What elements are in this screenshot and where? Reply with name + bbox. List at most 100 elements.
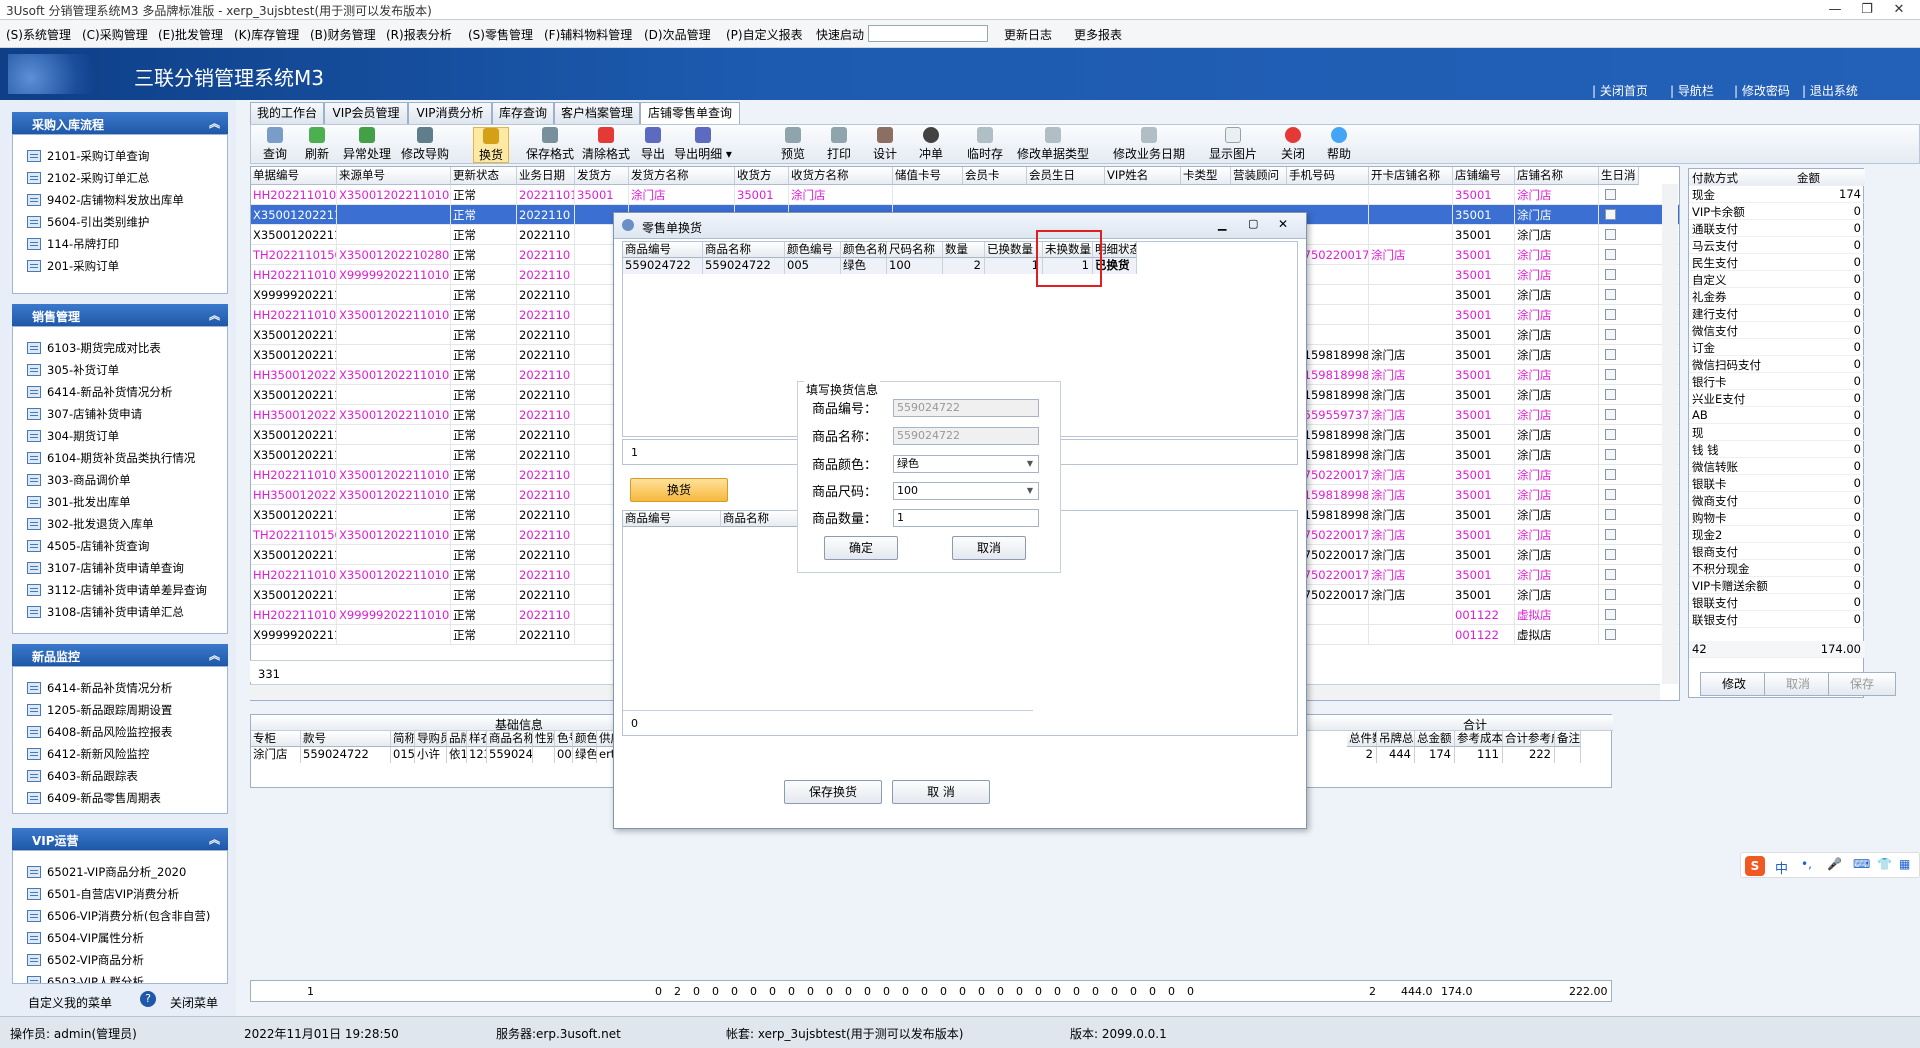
col-header[interactable]: 数量 [943, 242, 985, 258]
col-header[interactable]: 开卡店铺名称 [1369, 167, 1453, 185]
help-button[interactable]: 帮助 [1323, 127, 1355, 163]
col-header[interactable]: 参考成本 [1455, 731, 1503, 747]
col-header[interactable]: 尺码名称 [887, 242, 943, 258]
sidebar-item[interactable]: 307-店铺补货申请 [13, 403, 227, 425]
menu-item-system[interactable]: (S)系统管理 [6, 26, 71, 43]
exchange-button[interactable]: 换货 [473, 127, 509, 163]
table-row[interactable]: HH202211010129X35001202211010047正常202211… [251, 185, 1679, 205]
payment-row[interactable]: 银行卡 0 [1689, 373, 1865, 390]
payment-row[interactable]: 微商支付 0 [1689, 492, 1865, 509]
col-header[interactable]: 收货方 [735, 167, 789, 185]
col-header[interactable]: 款号 [301, 731, 391, 747]
print-button[interactable]: 打印 [823, 127, 855, 163]
birthday-checkbox[interactable] [1605, 489, 1616, 500]
sogou-icon[interactable]: S [1745, 856, 1765, 876]
sidebar-item[interactable]: 6414-新品补货情况分析 [13, 381, 227, 403]
dialog-close-icon[interactable]: ✕ [1278, 217, 1288, 231]
sidebar-item[interactable]: 4505-店铺补货查询 [13, 535, 227, 557]
col-header[interactable]: 会员生日 [1027, 167, 1105, 185]
collapse-icon[interactable]: ︽ [209, 647, 220, 663]
chevron-down-icon[interactable]: ▼ [1024, 485, 1036, 497]
sidebar-item[interactable]: 6503-VIP人群分析 [13, 971, 227, 983]
payment-row[interactable]: 兴业E支付 0 [1689, 390, 1865, 407]
birthday-checkbox[interactable] [1605, 269, 1616, 280]
export-button[interactable]: 导出 [637, 127, 669, 163]
dialog-maximize-icon[interactable]: ▢ [1248, 217, 1258, 230]
sidebar-item[interactable]: 2102-采购订单汇总 [13, 167, 227, 189]
payment-row[interactable]: VIP卡余额 0 [1689, 203, 1865, 220]
payment-row[interactable]: 马云支付 0 [1689, 237, 1865, 254]
birthday-checkbox[interactable] [1605, 349, 1616, 360]
col-header[interactable]: 合计参考成本 [1503, 731, 1555, 747]
birthday-checkbox[interactable] [1605, 629, 1616, 640]
sidebar-item[interactable]: 6414-新品补货情况分析 [13, 677, 227, 699]
col-header[interactable]: 导购员 [415, 731, 447, 747]
birthday-checkbox[interactable] [1605, 249, 1616, 260]
menu-item-reports[interactable]: (R)报表分析 [386, 26, 452, 43]
collapse-icon[interactable]: ︽ [209, 831, 220, 847]
change-password-link[interactable]: | 修改密码 [1734, 82, 1790, 99]
tab-store-retail-query[interactable]: 店铺零售单查询 [640, 102, 740, 125]
help-icon[interactable]: ? [140, 991, 156, 1007]
payment-row[interactable]: 不积分现金 0 [1689, 560, 1865, 577]
sidebar-item[interactable]: 305-补货订单 [13, 359, 227, 381]
payment-row[interactable]: 微信扫码支付 0 [1689, 356, 1865, 373]
vertical-scrollbar[interactable] [1662, 184, 1678, 684]
ime-mode[interactable]: 中 [1775, 858, 1788, 877]
payment-row[interactable]: 现金 174 [1689, 186, 1865, 203]
birthday-checkbox[interactable] [1605, 529, 1616, 540]
payment-row[interactable]: 联银支付 0 [1689, 611, 1865, 628]
tab-workbench[interactable]: 我的工作台 [250, 102, 324, 124]
birthday-checkbox[interactable] [1605, 229, 1616, 240]
tab-vip-consumption[interactable]: VIP消费分析 [408, 102, 492, 124]
sidebar-item[interactable]: 6409-新品零售周期表 [13, 787, 227, 809]
dialog-exchange-button[interactable]: 换货 [630, 478, 728, 502]
col-header[interactable]: 总金额 [1415, 731, 1455, 747]
col-header[interactable]: 性别 [533, 731, 555, 747]
tab-inventory[interactable]: 库存查询 [492, 102, 554, 124]
birthday-checkbox[interactable] [1605, 549, 1616, 560]
birthday-checkbox[interactable] [1605, 569, 1616, 580]
sidebar-item[interactable]: 6104-期货补货品类执行情况 [13, 447, 227, 469]
minimize-icon[interactable]: — [1820, 1, 1850, 19]
sidebar-section-purchase[interactable]: 采购入库流程 ︽ [12, 112, 228, 134]
sidebar-item[interactable]: 6502-VIP商品分析 [13, 949, 227, 971]
keyboard-icon[interactable]: ⌨ [1853, 857, 1870, 871]
payment-row[interactable]: 微信支付 0 [1689, 322, 1865, 339]
edit-doc-type-button[interactable]: 修改单据类型 [1015, 127, 1091, 163]
col-header[interactable]: 商品编号 [623, 242, 703, 258]
sidebar-section-vip[interactable]: VIP运营 ︽ [12, 828, 228, 850]
birthday-checkbox[interactable] [1605, 189, 1616, 200]
payment-row[interactable]: 购物卡 0 [1689, 509, 1865, 526]
sidebar-item[interactable]: 6403-新品跟踪表 [13, 765, 227, 787]
changelog-link[interactable]: 更新日志 [1004, 26, 1052, 43]
temp-save-button[interactable]: 临时存 [963, 127, 1007, 163]
col-header[interactable]: 业务日期 [517, 167, 575, 185]
size-select[interactable]: 100 ▼ [893, 482, 1039, 500]
menu-item-inventory[interactable]: (K)库存管理 [234, 26, 299, 43]
grid-menu-icon[interactable]: ▦ [1899, 857, 1910, 871]
col-header[interactable]: 单据编号 [251, 167, 337, 185]
preview-button[interactable]: 预览 [777, 127, 809, 163]
payment-save-button[interactable]: 保存 [1828, 672, 1896, 696]
sidebar-item[interactable]: 6408-新品风险监控报表 [13, 721, 227, 743]
sidebar-item[interactable]: 65021-VIP商品分析_2020 [13, 861, 227, 883]
col-header[interactable]: 商品名称 [703, 242, 785, 258]
form-ok-button[interactable]: 确定 [824, 536, 898, 560]
birthday-checkbox[interactable] [1605, 469, 1616, 480]
col-header[interactable]: 店铺名称 [1515, 167, 1599, 185]
col-header[interactable]: 总件数 [1347, 731, 1377, 747]
close-home-link[interactable]: | 关闭首页 [1592, 82, 1648, 99]
birthday-checkbox[interactable] [1605, 209, 1616, 220]
sidebar-item[interactable]: 2101-采购订单查询 [13, 145, 227, 167]
col-header[interactable]: VIP姓名 [1105, 167, 1181, 185]
more-reports-link[interactable]: 更多报表 [1074, 26, 1122, 43]
sidebar-section-newproduct[interactable]: 新品监控 ︽ [12, 644, 228, 666]
nav-bar-link[interactable]: | 导航栏 [1670, 82, 1714, 99]
col-header[interactable]: 手机号码 [1287, 167, 1369, 185]
sidebar-item[interactable]: 6504-VIP属性分析 [13, 927, 227, 949]
payment-row[interactable]: 礼金券 0 [1689, 288, 1865, 305]
col-header[interactable]: 品牌 [447, 731, 467, 747]
col-header[interactable]: 颜色编号 [785, 242, 841, 258]
birthday-checkbox[interactable] [1605, 429, 1616, 440]
